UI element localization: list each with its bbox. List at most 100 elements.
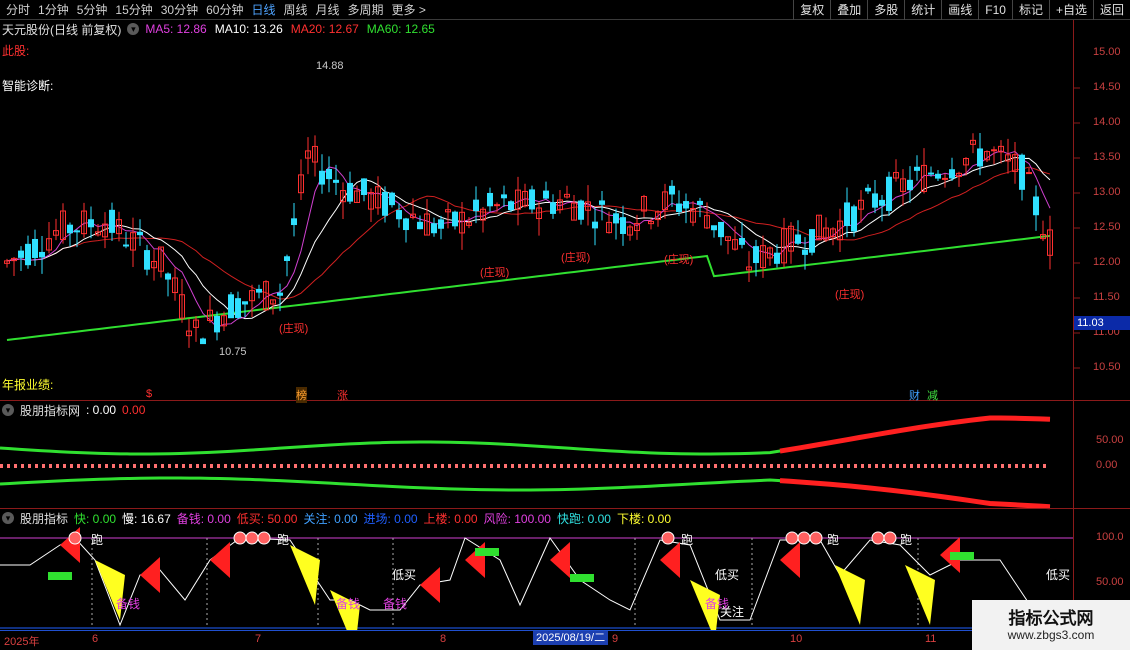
signal-pao: 跑 bbox=[900, 533, 913, 547]
chevron-down-icon[interactable]: ▾ bbox=[2, 512, 14, 524]
candlestick-chart[interactable] bbox=[0, 0, 1130, 650]
candle-body bbox=[144, 250, 150, 270]
candle-body bbox=[711, 225, 717, 231]
candle-body bbox=[949, 169, 955, 179]
candle-body bbox=[977, 148, 983, 167]
fast-signal-fill bbox=[570, 574, 594, 582]
candle-body bbox=[809, 229, 815, 253]
candle-body bbox=[67, 224, 73, 234]
candle-body bbox=[928, 172, 934, 175]
candle-body bbox=[326, 168, 332, 180]
candle-body bbox=[487, 192, 493, 207]
p3-ytick: 100.0 bbox=[1096, 531, 1124, 543]
candle-body bbox=[32, 238, 38, 258]
candle-body bbox=[319, 170, 325, 185]
signal-dimai: 低买 bbox=[392, 568, 417, 582]
fast-signal-fill bbox=[48, 572, 72, 580]
diagnosis-label[interactable]: 智能诊断: bbox=[2, 77, 53, 94]
indicator-title: 股朋指标 bbox=[20, 511, 69, 526]
candle-body bbox=[235, 298, 241, 318]
event-mark-jian[interactable]: 减 bbox=[927, 387, 938, 403]
candle-body bbox=[165, 273, 171, 280]
candle-body bbox=[844, 202, 850, 227]
candle-body bbox=[74, 230, 80, 233]
ma20-line bbox=[6, 166, 1051, 300]
zhuang-label: (庄现) bbox=[664, 254, 694, 266]
candle-body bbox=[795, 234, 801, 244]
candle-body bbox=[914, 166, 920, 171]
price-tick: 10.50 bbox=[1093, 361, 1121, 373]
candle-body bbox=[214, 315, 220, 333]
signal-guanzhu: 关注 bbox=[720, 605, 745, 619]
event-mark-zhang[interactable]: 涨 bbox=[337, 387, 348, 403]
watermark-logo: 指标公式网 www.zbgs3.com bbox=[972, 600, 1130, 650]
candle-body bbox=[1026, 172, 1032, 175]
high-price-label: 14.88 bbox=[316, 60, 344, 72]
chevron-down-icon[interactable]: ▾ bbox=[2, 404, 14, 416]
candle-body bbox=[417, 221, 423, 230]
candle-body bbox=[438, 219, 444, 229]
candle-body bbox=[256, 288, 262, 293]
buy-signal-fill bbox=[550, 542, 570, 578]
candle-body bbox=[361, 178, 367, 195]
chevron-down-icon[interactable]: ▾ bbox=[127, 23, 140, 35]
zhuang-label: (庄现) bbox=[561, 252, 591, 264]
risk-ball bbox=[68, 531, 82, 545]
signal-beiqian: 备钱 bbox=[383, 597, 408, 611]
candle-body bbox=[25, 243, 31, 266]
buy-signal-fill bbox=[140, 557, 160, 593]
indicator-value: 快跑: 0.00 bbox=[556, 511, 611, 526]
event-mark-cai[interactable]: 财 bbox=[909, 387, 920, 403]
p3-ytick: 50.00 bbox=[1096, 576, 1124, 588]
main-panel-header: 天元股份(日线 前复权) ▾ MA5: 12.86 MA10: 13.26 MA20… bbox=[2, 21, 449, 37]
indicator-net-title: 股朋指标网 bbox=[20, 403, 81, 418]
date-tick: 10 bbox=[790, 633, 803, 645]
fast-signal-fill bbox=[950, 552, 974, 560]
candle-body bbox=[123, 244, 129, 247]
buy-signal-fill bbox=[210, 542, 230, 578]
indicator-value: 进场: 0.00 bbox=[363, 511, 418, 526]
candle-body bbox=[508, 201, 514, 211]
annual-report-label[interactable]: 年报业绩: bbox=[2, 376, 53, 393]
risk-ball bbox=[233, 531, 247, 545]
event-mark-bang[interactable]: 榜 bbox=[296, 387, 307, 403]
candle-body bbox=[851, 206, 857, 232]
upper-band-line bbox=[0, 416, 1051, 456]
candle-body bbox=[473, 199, 479, 212]
candle-body bbox=[137, 231, 143, 236]
indicator-header: ▾ 股朋指标 快: 0.00 慢: 16.67 备钱: 0.00 低买: 50.00 关… bbox=[2, 510, 683, 526]
ma-values: MA5: 12.86 MA10: 13.26 MA20: 12.67 MA60: 12… bbox=[145, 22, 443, 36]
zhuang-label: (庄现) bbox=[480, 267, 510, 279]
event-mark-dividend[interactable]: $ bbox=[146, 388, 152, 400]
candle-body bbox=[774, 252, 780, 264]
date-tick: 2025年 bbox=[4, 636, 40, 648]
price-tick: 12.00 bbox=[1093, 256, 1121, 268]
indicator-value: 关注: 0.00 bbox=[303, 511, 358, 526]
candle-body bbox=[431, 223, 437, 234]
indicator-value: 备钱: 0.00 bbox=[176, 511, 231, 526]
candle-body bbox=[683, 201, 689, 209]
candle-body bbox=[396, 210, 402, 220]
risk-ball bbox=[871, 531, 885, 545]
date-cursor: 2025/08/19/二 bbox=[533, 631, 609, 645]
candle-body bbox=[907, 179, 913, 191]
ma-value: MA20: 12.67 bbox=[290, 22, 359, 36]
price-tick: 15.00 bbox=[1093, 46, 1121, 58]
lower-band-red bbox=[779, 478, 1051, 510]
risk-ball bbox=[257, 531, 271, 545]
candle-body bbox=[494, 204, 500, 207]
indicator-net-header: ▾ 股朋指标网 : 0.00 0.00 bbox=[2, 402, 151, 418]
candle-body bbox=[578, 200, 584, 220]
candle-body bbox=[935, 173, 941, 179]
candle-body bbox=[718, 221, 724, 238]
candle-body bbox=[109, 209, 115, 233]
price-tick: 12.50 bbox=[1093, 221, 1121, 233]
signal-dimai: 低买 bbox=[715, 568, 740, 582]
price-tick: 11.50 bbox=[1093, 291, 1120, 303]
candle-body bbox=[228, 294, 234, 319]
candle-body bbox=[242, 301, 248, 305]
candle-body bbox=[277, 292, 283, 296]
candle-body bbox=[389, 192, 395, 206]
candle-body bbox=[865, 187, 871, 192]
sell-signal-fill bbox=[905, 565, 935, 625]
